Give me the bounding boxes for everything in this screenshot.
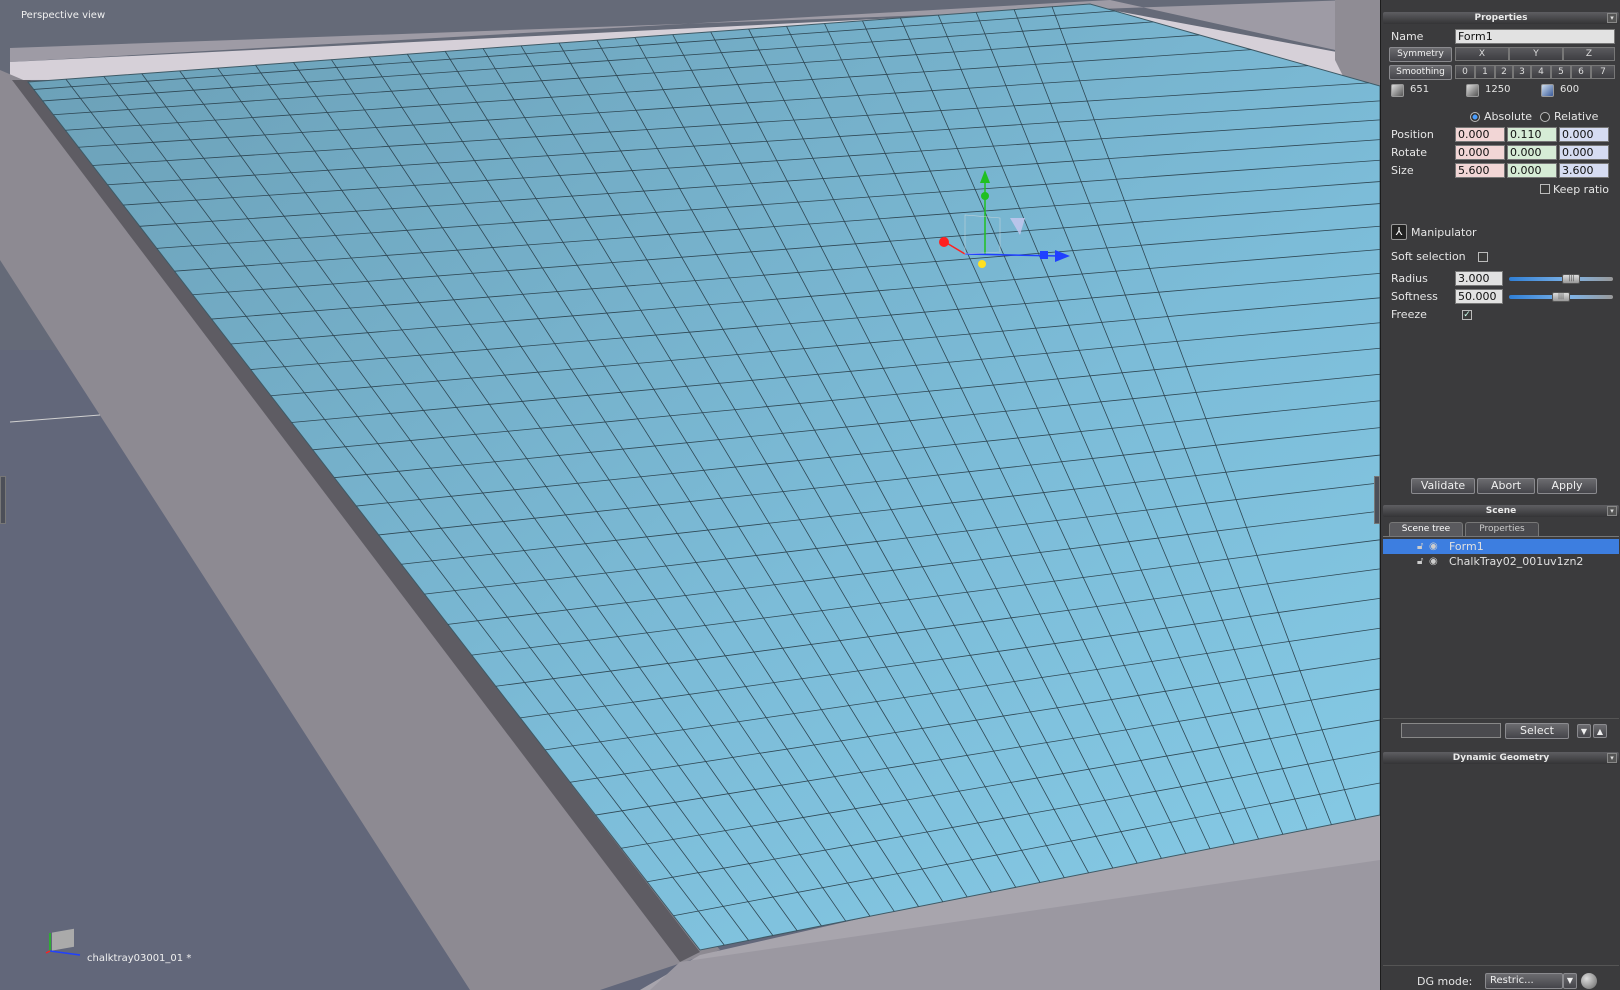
relative-radio[interactable] xyxy=(1540,112,1550,122)
position-x-field[interactable]: 0.000 xyxy=(1455,127,1505,142)
symmetry-x[interactable]: X xyxy=(1455,47,1509,61)
scene-search-input[interactable] xyxy=(1401,723,1501,738)
object-label: chalktray03001_01 * xyxy=(87,953,192,964)
perspective-viewport[interactable]: Perspective view chalktray03001_01 * xyxy=(0,0,1380,990)
properties-header[interactable]: Properties ▾ xyxy=(1383,12,1619,24)
tab-scene-properties[interactable]: Properties xyxy=(1465,522,1539,536)
eye-icon[interactable]: ◉ xyxy=(1429,539,1438,554)
move-down-icon[interactable]: ▼ xyxy=(1577,724,1591,738)
dg-status-icon xyxy=(1581,973,1597,989)
dynamic-geometry-title: Dynamic Geometry xyxy=(1452,753,1550,763)
soft-selection-checkbox[interactable] xyxy=(1478,252,1488,262)
smoothing-level-5[interactable]: 5 xyxy=(1551,65,1571,79)
scene-canvas[interactable] xyxy=(0,0,1380,990)
validate-button[interactable]: Validate xyxy=(1411,478,1475,494)
panel-dropdown-icon[interactable]: ▾ xyxy=(1607,506,1617,516)
tab-scene-tree[interactable]: Scene tree xyxy=(1389,522,1463,536)
smoothing-button[interactable]: Smoothing xyxy=(1389,65,1452,80)
dg-mode-value: Restric... xyxy=(1490,975,1534,986)
radius-slider[interactable] xyxy=(1509,277,1613,281)
smoothing-level-2[interactable]: 2 xyxy=(1495,65,1513,79)
dg-mode-dropdown[interactable]: Restric... xyxy=(1485,973,1563,989)
x-axis-handle xyxy=(939,237,949,247)
soft-selection-label: Soft selection xyxy=(1391,250,1466,263)
radius-label: Radius xyxy=(1391,272,1428,285)
softness-label: Softness xyxy=(1391,290,1438,303)
left-collapse-handle[interactable] xyxy=(0,476,6,524)
edge-count-icon xyxy=(1466,84,1479,97)
vertex-count-icon xyxy=(1391,84,1404,97)
rotate-x-field[interactable]: 0.000 xyxy=(1455,145,1505,160)
viewport-title: Perspective view xyxy=(21,10,106,21)
abort-button[interactable]: Abort xyxy=(1477,478,1535,494)
face-count-icon xyxy=(1541,84,1554,97)
dg-mode-label: DG mode: xyxy=(1417,975,1473,988)
scene-item-label: Form1 xyxy=(1449,540,1484,553)
manipulator-label: Manipulator xyxy=(1411,226,1477,239)
scene-item-chalktray[interactable]: 🔓︎ ◉ ChalkTray02_001uv1zn2 xyxy=(1383,554,1619,569)
softness-field[interactable]: 50.000 xyxy=(1455,289,1503,304)
position-label: Position xyxy=(1391,128,1434,141)
scene-item-label: ChalkTray02_001uv1zn2 xyxy=(1449,555,1584,568)
right-panel: Properties ▾ Name Form1 Symmetry X Y Z Sm… xyxy=(1380,0,1620,990)
eye-icon[interactable]: ◉ xyxy=(1429,554,1438,569)
name-label: Name xyxy=(1391,30,1424,43)
panel-dropdown-icon[interactable]: ▾ xyxy=(1607,753,1617,763)
softness-slider-thumb[interactable]: ||| xyxy=(1552,292,1570,302)
panel-dropdown-icon[interactable]: ▾ xyxy=(1607,13,1617,23)
size-z-field[interactable]: 3.600 xyxy=(1559,163,1609,178)
scene-item-form1[interactable]: 🔓︎ ◉ Form1 xyxy=(1383,539,1619,554)
lock-icon[interactable]: 🔓︎ xyxy=(1417,554,1423,569)
scene-title: Scene xyxy=(1485,506,1517,516)
move-up-icon[interactable]: ▲ xyxy=(1593,724,1607,738)
scene-footer-divider xyxy=(1383,718,1619,719)
center-handle xyxy=(978,260,986,268)
vertex-count: 651 xyxy=(1410,84,1430,95)
size-x-field[interactable]: 5.600 xyxy=(1455,163,1505,178)
size-label: Size xyxy=(1391,164,1414,177)
scene-header[interactable]: Scene ▾ xyxy=(1383,505,1619,517)
smoothing-level-7[interactable]: 7 xyxy=(1591,65,1615,79)
smoothing-level-4[interactable]: 4 xyxy=(1531,65,1551,79)
dg-mode-chevron-icon[interactable]: ▼ xyxy=(1563,973,1577,989)
smoothing-level-1[interactable]: 1 xyxy=(1475,65,1495,79)
relative-label: Relative xyxy=(1554,110,1599,123)
tab-divider xyxy=(1383,536,1619,537)
lock-icon[interactable]: 🔓︎ xyxy=(1417,539,1423,554)
symmetry-z[interactable]: Z xyxy=(1563,47,1615,61)
manipulator-icon[interactable]: ⅄ xyxy=(1391,224,1407,240)
rotate-label: Rotate xyxy=(1391,146,1428,159)
absolute-label: Absolute xyxy=(1484,110,1533,123)
position-y-field[interactable]: 0.110 xyxy=(1507,127,1557,142)
size-y-field[interactable]: 0.000 xyxy=(1507,163,1557,178)
dynamic-geometry-header[interactable]: Dynamic Geometry ▾ xyxy=(1383,752,1619,764)
edge-count: 1250 xyxy=(1485,84,1511,95)
rotate-z-field[interactable]: 0.000 xyxy=(1559,145,1609,160)
properties-title: Properties xyxy=(1474,13,1528,23)
freeze-checkbox[interactable]: ✓ xyxy=(1462,310,1472,320)
position-z-field[interactable]: 0.000 xyxy=(1559,127,1609,142)
symmetry-button[interactable]: Symmetry xyxy=(1389,47,1452,62)
freeze-label: Freeze xyxy=(1391,308,1427,321)
apply-button[interactable]: Apply xyxy=(1537,478,1597,494)
smoothing-level-3[interactable]: 3 xyxy=(1513,65,1531,79)
smoothing-level-0[interactable]: 0 xyxy=(1455,65,1475,79)
dg-footer-divider xyxy=(1383,965,1619,966)
face-count: 600 xyxy=(1560,84,1580,95)
smoothing-level-6[interactable]: 6 xyxy=(1571,65,1591,79)
rotate-y-field[interactable]: 0.000 xyxy=(1507,145,1557,160)
name-field[interactable]: Form1 xyxy=(1455,29,1615,44)
radius-slider-thumb[interactable]: ||| xyxy=(1562,274,1581,284)
keep-ratio-checkbox[interactable] xyxy=(1540,184,1550,194)
absolute-radio[interactable] xyxy=(1470,112,1480,122)
keep-ratio-label: Keep ratio xyxy=(1553,183,1610,196)
radius-field[interactable]: 3.000 xyxy=(1455,271,1503,286)
symmetry-y[interactable]: Y xyxy=(1509,47,1563,61)
select-button[interactable]: Select xyxy=(1505,723,1569,739)
